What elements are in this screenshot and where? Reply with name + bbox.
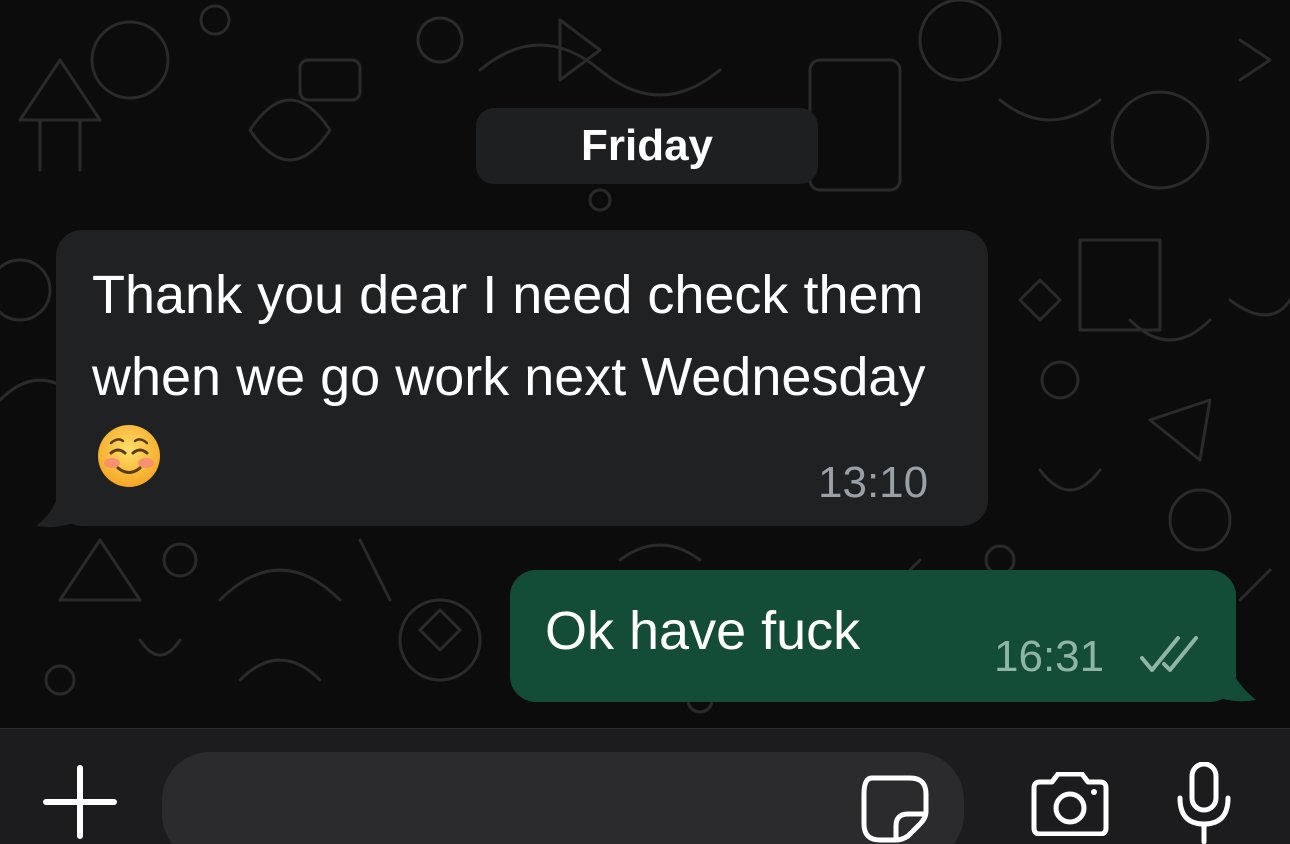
- microphone-icon[interactable]: [1174, 762, 1234, 844]
- sticker-icon[interactable]: [860, 774, 930, 844]
- incoming-message-body: Thank you dear I need check them when we…: [92, 265, 926, 407]
- chat-screen: Friday Thank you dear I need check them …: [0, 0, 1290, 844]
- date-separator-label: Friday: [580, 121, 714, 170]
- outgoing-message-text: Ok have fuck: [545, 601, 861, 661]
- camera-icon[interactable]: [1028, 772, 1112, 836]
- message-input[interactable]: [162, 752, 964, 844]
- read-receipt-icon: [1140, 636, 1198, 672]
- incoming-message-time: 13:10: [818, 458, 929, 507]
- plus-icon[interactable]: [40, 762, 120, 842]
- outgoing-message-time: 16:31: [994, 632, 1105, 681]
- date-separator: Friday: [476, 108, 818, 184]
- smiling-face-icon: [98, 425, 160, 487]
